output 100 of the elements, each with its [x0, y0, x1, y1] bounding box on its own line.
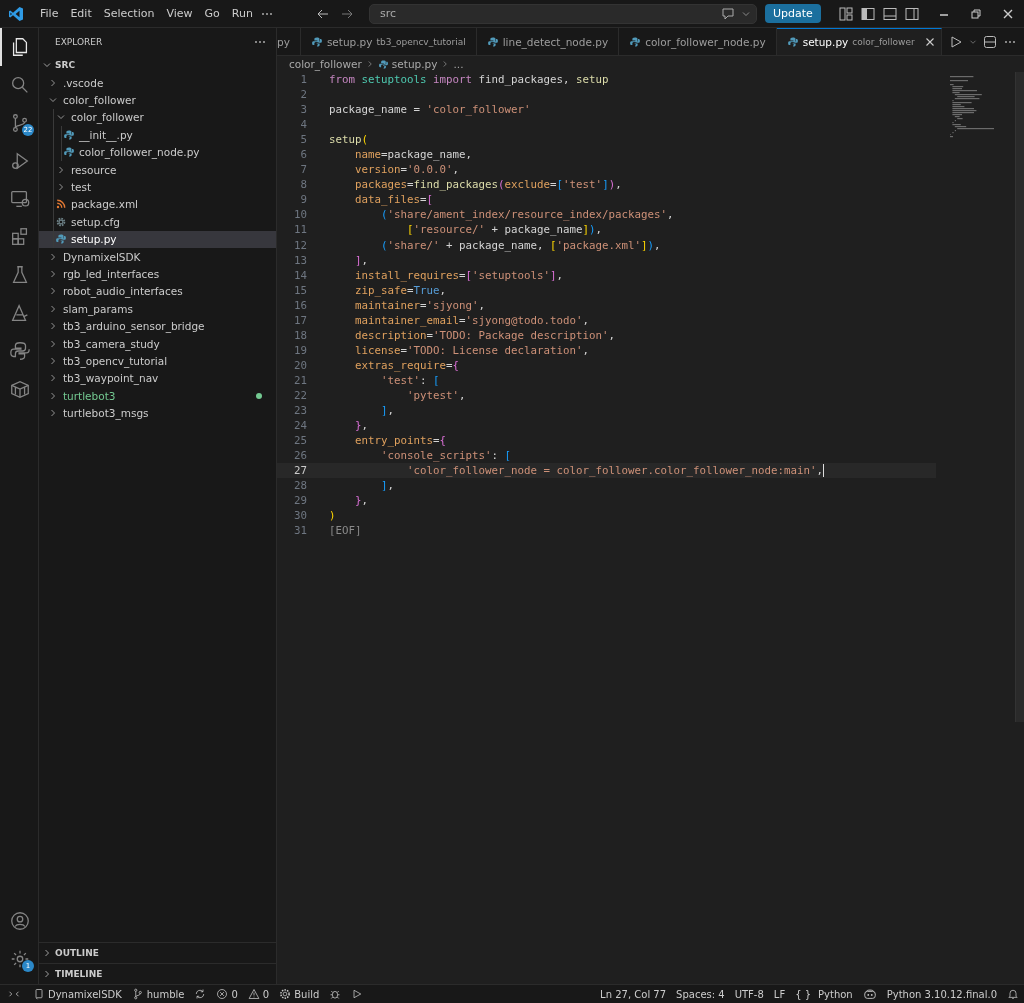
tree-item[interactable]: rgb_led_interfaces	[39, 265, 276, 283]
command-center[interactable]: src	[368, 3, 757, 24]
status-item[interactable]: 0	[242, 988, 275, 1000]
menu-item[interactable]: Go	[198, 7, 226, 20]
code-line: license='TODO: License declaration',	[354, 343, 590, 357]
tree-item[interactable]: tb3_camera_study	[39, 334, 276, 353]
code-line: maintainer_email='sjyong@todo.todo',	[354, 313, 590, 327]
line-number: 28	[293, 479, 307, 493]
tree-item[interactable]: __init__.py	[39, 126, 276, 144]
tree-item[interactable]: package.xml	[39, 195, 276, 214]
tree-item[interactable]: robot_audio_interfaces	[39, 282, 276, 301]
tree-item[interactable]: turtlebot3	[39, 387, 276, 405]
code-line: package_name = 'color_follower'	[329, 103, 531, 117]
line-number: 11	[293, 223, 307, 237]
line-number: 17	[293, 313, 307, 327]
code-line: 'color_follower_node = color_follower.color_follower_node:main',	[406, 464, 825, 478]
tree-item[interactable]: slam_params	[39, 300, 276, 318]
code-line: 'pytest',	[406, 389, 466, 402]
status-item[interactable]: LF	[768, 988, 791, 1000]
line-number: 26	[293, 449, 307, 463]
code-line: setup(	[329, 133, 369, 147]
line-number: 16	[293, 298, 307, 312]
code-line: ('share/' + package_name, ['package.xml']),	[380, 238, 661, 252]
line-number: 7	[299, 163, 307, 177]
menu-item[interactable]: File	[34, 7, 65, 20]
line-number: 10	[293, 208, 307, 222]
tree-item[interactable]: tb3_arduino_sensor_bridge	[39, 317, 276, 335]
code-line: from setuptools import find_packages, setup	[329, 73, 609, 86]
tree-item[interactable]: tb3_waypoint_nav	[39, 369, 276, 388]
menu-item[interactable]: View	[160, 7, 199, 20]
status-item[interactable]: 0	[211, 988, 243, 1000]
status-item[interactable]: Ln 27, Col 77	[595, 988, 672, 1000]
status-item[interactable]: Spaces: 4	[671, 988, 730, 1000]
line-number: 31	[293, 524, 307, 538]
tree-item[interactable]: turtlebot3_msgs	[39, 404, 276, 422]
editor-tab[interactable]: setup.py color_follower	[776, 28, 942, 55]
breadcrumb-item[interactable]: ...	[453, 58, 464, 70]
tree-item[interactable]: setup.cfg	[39, 213, 276, 231]
code-line: 'console_scripts': [	[380, 449, 512, 463]
language-mode[interactable]: { } Python	[790, 988, 858, 1000]
line-number: 19	[293, 343, 307, 357]
status-item[interactable]: Build	[274, 988, 325, 1000]
code-line: },	[354, 494, 369, 508]
code-line: [EOF]	[329, 524, 362, 538]
section-header[interactable]: OUTLINE	[39, 942, 276, 963]
tree-item[interactable]: color_follower_node.py	[39, 143, 276, 161]
menu-item[interactable]: Run	[225, 7, 259, 20]
code-line: zip_safe=True,	[354, 283, 447, 297]
line-number: 15	[293, 283, 307, 297]
line-number: 21	[293, 373, 307, 387]
line-number: 18	[293, 328, 307, 342]
tree-item[interactable]: .vscode	[39, 74, 276, 92]
status-item[interactable]: DynamixelSDK	[28, 988, 127, 1000]
code-line: version='0.0.0',	[354, 163, 460, 177]
tree-item[interactable]: tb3_opencv_tutorial	[39, 352, 276, 370]
status-item[interactable]: UTF-8	[729, 988, 769, 1000]
breadcrumb-item[interactable]: setup.py	[391, 58, 438, 70]
editor-tab[interactable]: py	[277, 28, 301, 55]
tree-item[interactable]: color_follower	[39, 108, 276, 127]
tree-item[interactable]: setup.py	[39, 230, 276, 248]
menu-item[interactable]: Selection	[97, 7, 161, 20]
code-line: ],	[380, 479, 395, 493]
line-number: 1	[299, 73, 307, 86]
line-number: 2	[299, 88, 307, 102]
line-number: 25	[293, 434, 307, 448]
line-number: 14	[293, 268, 307, 282]
code-line: description='TODO: Package description',	[354, 328, 616, 342]
line-number: 20	[293, 358, 307, 372]
line-number: 30	[293, 509, 307, 523]
tree-item[interactable]: test	[39, 178, 276, 196]
line-number: 27	[293, 464, 307, 478]
line-number: 13	[293, 253, 307, 267]
code-line: },	[354, 419, 369, 433]
line-number: 23	[293, 404, 307, 418]
sidebar-title: EXPLORER	[55, 37, 103, 47]
line-number: 12	[293, 238, 307, 252]
code-line: name=package_name,	[354, 148, 473, 162]
code-line: ['resource/' + package_name]),	[406, 223, 603, 237]
code-line: )	[329, 509, 336, 523]
code-line: install_requires=['setuptools'],	[354, 268, 564, 282]
line-number: 3	[299, 103, 307, 117]
update-button[interactable]: Update	[764, 4, 821, 23]
line-number: 29	[293, 494, 307, 508]
breadcrumb-item[interactable]: color_follower	[289, 58, 362, 70]
menu-item[interactable]: Edit	[64, 7, 98, 20]
line-number: 22	[293, 389, 307, 402]
section-header[interactable]: SRC	[39, 56, 276, 74]
status-item[interactable]: Python 3.10.12.final.0	[881, 988, 1002, 1000]
tree-item[interactable]: resource	[39, 160, 276, 179]
line-number: 5	[299, 133, 307, 147]
code-line: data_files=[	[354, 193, 434, 207]
line-number: 4	[299, 118, 307, 132]
code-line: maintainer='sjyong',	[354, 298, 486, 312]
code-line: entry_points={	[354, 434, 447, 448]
line-number: 6	[299, 148, 307, 162]
tree-item[interactable]: DynamixelSDK	[39, 247, 276, 266]
status-item[interactable]: humble	[126, 988, 190, 1000]
code-line: extras_require={	[354, 358, 460, 372]
tree-item[interactable]: color_follower	[39, 91, 276, 109]
line-number: 8	[299, 178, 307, 192]
